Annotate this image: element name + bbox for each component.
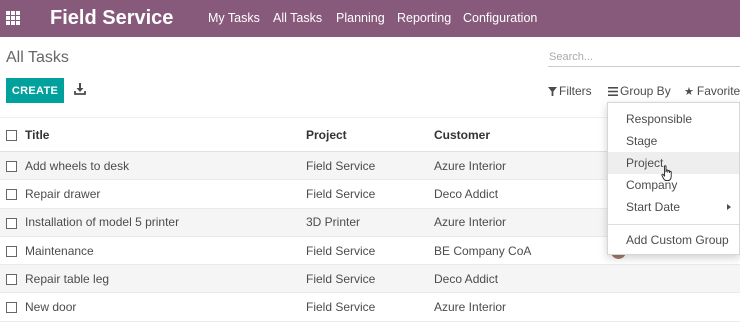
row-select-cell bbox=[0, 208, 24, 237]
app-title[interactable]: Field Service bbox=[50, 7, 173, 30]
apps-menu-icon[interactable] bbox=[6, 11, 20, 25]
dropdown-divider bbox=[608, 224, 739, 225]
task-title: Maintenance bbox=[24, 236, 306, 266]
task-project: Field Service bbox=[306, 236, 434, 266]
row-select-cell bbox=[0, 179, 24, 209]
task-project: Field Service bbox=[306, 179, 434, 209]
filter-icon bbox=[548, 87, 557, 96]
favorites-button[interactable]: ★Favorites bbox=[684, 84, 740, 98]
create-button[interactable]: CREATE bbox=[6, 78, 64, 103]
row-checkbox[interactable] bbox=[6, 274, 17, 286]
filters-label: Filters bbox=[559, 84, 592, 98]
task-title: Repair table leg bbox=[24, 264, 306, 294]
row-checkbox[interactable] bbox=[6, 160, 17, 172]
hand-pointer-icon bbox=[661, 165, 672, 182]
task-project: Field Service bbox=[306, 292, 434, 322]
menu-all-tasks[interactable]: All Tasks bbox=[273, 11, 322, 25]
task-customer: Deco Addict bbox=[434, 264, 740, 294]
search-input[interactable] bbox=[548, 47, 740, 67]
table-row[interactable]: Repair table leg Field Service Deco Addi… bbox=[0, 264, 740, 294]
favorites-label: Favorites bbox=[696, 84, 740, 98]
menu-configuration[interactable]: Configuration bbox=[463, 11, 537, 25]
group-by-button[interactable]: Group By bbox=[608, 84, 671, 98]
task-project: 3D Printer bbox=[306, 208, 434, 237]
search-bar bbox=[548, 47, 740, 67]
row-select-cell bbox=[0, 236, 24, 266]
task-project: Field Service bbox=[306, 151, 434, 181]
download-icon[interactable] bbox=[74, 82, 86, 96]
row-select-cell bbox=[0, 264, 24, 294]
task-project: Field Service bbox=[306, 264, 434, 294]
group-by-option-start-date[interactable]: Start Date bbox=[608, 196, 739, 218]
group-by-icon bbox=[608, 87, 618, 96]
top-navbar: Field Service My Tasks All Tasks Plannin… bbox=[0, 0, 740, 37]
menu-reporting[interactable]: Reporting bbox=[397, 11, 451, 25]
select-all-checkbox[interactable] bbox=[6, 129, 17, 141]
row-checkbox[interactable] bbox=[6, 302, 17, 314]
row-select-cell bbox=[0, 292, 24, 322]
menu-my-tasks[interactable]: My Tasks bbox=[208, 11, 260, 25]
page-title: All Tasks bbox=[6, 49, 69, 66]
filters-button[interactable]: Filters bbox=[548, 84, 592, 98]
column-header-title[interactable]: Title bbox=[24, 117, 306, 152]
group-by-option-responsible[interactable]: Responsible bbox=[608, 108, 739, 130]
group-by-option-company[interactable]: Company bbox=[608, 174, 739, 196]
caret-right-icon bbox=[727, 204, 731, 210]
task-title: Add wheels to desk bbox=[24, 151, 306, 181]
start-date-label: Start Date bbox=[626, 200, 681, 214]
group-by-dropdown: Responsible Stage Project Company Start … bbox=[607, 102, 740, 255]
task-title: Installation of model 5 printer bbox=[24, 208, 306, 237]
group-by-option-project[interactable]: Project bbox=[608, 152, 739, 174]
menu-planning[interactable]: Planning bbox=[336, 11, 385, 25]
task-title: Repair drawer bbox=[24, 179, 306, 209]
task-title: New door bbox=[24, 292, 306, 322]
task-customer: Azure Interior bbox=[434, 292, 740, 322]
row-checkbox[interactable] bbox=[6, 245, 17, 257]
group-by-option-stage[interactable]: Stage bbox=[608, 130, 739, 152]
column-header-project[interactable]: Project bbox=[306, 117, 434, 152]
star-icon: ★ bbox=[684, 86, 694, 98]
group-by-label: Group By bbox=[620, 84, 671, 98]
row-select-cell bbox=[0, 151, 24, 181]
select-all-cell bbox=[0, 117, 24, 152]
row-checkbox[interactable] bbox=[6, 217, 17, 229]
table-row[interactable]: New door Field Service Azure Interior bbox=[0, 292, 740, 322]
add-custom-group-option[interactable]: Add Custom Group bbox=[608, 229, 739, 251]
row-checkbox[interactable] bbox=[6, 189, 17, 201]
